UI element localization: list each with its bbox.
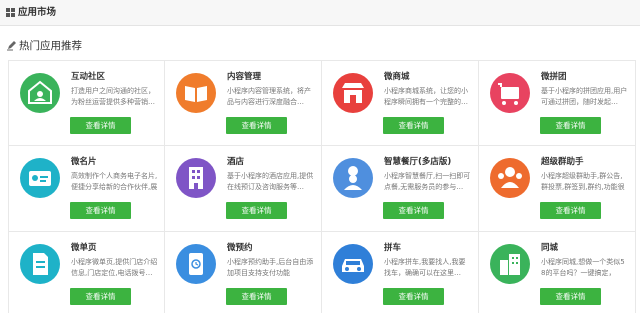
- community-icon: [20, 73, 60, 113]
- view-details-button[interactable]: 查看详情: [540, 202, 601, 219]
- chef-icon: [333, 158, 373, 198]
- view-details-button[interactable]: 查看详情: [70, 202, 131, 219]
- app-card: 拼车 小程序拼车,我要找人,我要找车，确确可以在这里… 查看详情: [322, 232, 479, 313]
- app-description: 小程序商城系统，让您的小程序瞬间拥有一个完整的…: [384, 87, 468, 106]
- app-name: 微单页: [71, 243, 97, 253]
- view-details-button[interactable]: 查看详情: [383, 117, 444, 134]
- app-name: 微商城: [384, 72, 410, 82]
- app-description: 基于小程序的拼团应用,用户可通过拼团，随时发起…: [541, 87, 628, 106]
- grid-icon: [6, 8, 15, 17]
- app-description: 小程序预约助手,后台自由添加项目支持支付功能: [227, 258, 314, 277]
- app-description: 小程序内容管理系统，将产品与内容进行深度融合…: [227, 87, 311, 106]
- app-description: 打造用户之间沟通的社区，为粉丝运营提供多种营销…: [71, 87, 155, 106]
- app-grid: 互动社区 打造用户之间沟通的社区，为粉丝运营提供多种营销… 查看详情 内容管理 …: [8, 60, 638, 313]
- app-name: 内容管理: [227, 72, 262, 82]
- car-icon: [333, 244, 373, 284]
- city-icon: [490, 244, 530, 284]
- app-name: 微预约: [227, 243, 253, 253]
- app-row: 微名片 高效制作个人商务电子名片,便捷分享给新的合作伙伴,展示更多… 查看详情 …: [8, 146, 638, 232]
- app-description: 小程序智慧餐厅,扫一扫即可点餐,无需服务员的参与…: [384, 172, 471, 191]
- app-card: 微名片 高效制作个人商务电子名片,便捷分享给新的合作伙伴,展示更多… 查看详情: [8, 146, 165, 232]
- page-title: 应用市场: [18, 7, 57, 18]
- app-card: 酒店 基于小程序的酒店应用,提供在线预订及咨询服务等… 查看详情: [165, 146, 322, 232]
- app-card: 互动社区 打造用户之间沟通的社区，为粉丝运营提供多种营销… 查看详情: [8, 60, 165, 146]
- app-description: 小程序超级群助手,群公告,群投票,群签到,群约,功能很多…: [541, 172, 625, 191]
- view-details-button[interactable]: 查看详情: [540, 288, 601, 305]
- page-icon: [20, 244, 60, 284]
- view-details-button[interactable]: 查看详情: [70, 117, 131, 134]
- app-name: 微名片: [71, 157, 97, 167]
- app-name: 同城: [541, 243, 559, 253]
- view-details-button[interactable]: 查看详情: [226, 117, 287, 134]
- app-name: 互动社区: [71, 72, 106, 82]
- card-icon: [20, 158, 60, 198]
- pen-icon: [7, 41, 16, 51]
- app-card: 内容管理 小程序内容管理系统，将产品与内容进行深度融合… 查看详情: [165, 60, 322, 146]
- app-market-header: 应用市场: [0, 0, 640, 26]
- view-details-button[interactable]: 查看详情: [226, 202, 287, 219]
- app-description: 高效制作个人商务电子名片,便捷分享给新的合作伙伴,展示更多…: [71, 172, 158, 191]
- app-card: 同城 小程序同城,想做一个类似58的平台吗？一键搞定，给… 查看详情: [479, 232, 636, 313]
- app-name: 拼车: [384, 243, 402, 253]
- book-icon: [176, 73, 216, 113]
- app-card: 微预约 小程序预约助手,后台自由添加项目支持支付功能 查看详情: [165, 232, 322, 313]
- view-details-button[interactable]: 查看详情: [383, 288, 444, 305]
- app-card: 微单页 小程序微单页,提供门店介绍信息,门店定位,电话拨号… 查看详情: [8, 232, 165, 313]
- store-icon: [333, 73, 373, 113]
- app-description: 小程序同城,想做一个类似58的平台吗？一键搞定，给…: [541, 258, 625, 277]
- view-details-button[interactable]: 查看详情: [540, 117, 601, 134]
- app-row: 微单页 小程序微单页,提供门店介绍信息,门店定位,电话拨号… 查看详情 微预约 …: [8, 232, 638, 313]
- hotel-icon: [176, 158, 216, 198]
- app-name: 智慧餐厅(多店版): [384, 157, 452, 167]
- appointment-icon: [176, 244, 216, 284]
- group-icon: [490, 158, 530, 198]
- app-name: 酒店: [227, 157, 245, 167]
- app-name: 微拼团: [541, 72, 567, 82]
- app-description: 小程序微单页,提供门店介绍信息,门店定位,电话拨号…: [71, 258, 158, 277]
- view-details-button[interactable]: 查看详情: [70, 288, 131, 305]
- app-card: 超级群助手 小程序超级群助手,群公告,群投票,群签到,群约,功能很多… 查看详情: [479, 146, 636, 232]
- app-card: 微拼团 基于小程序的拼团应用,用户可通过拼团，随时发起… 查看详情: [479, 60, 636, 146]
- app-row: 互动社区 打造用户之间沟通的社区，为粉丝运营提供多种营销… 查看详情 内容管理 …: [8, 60, 638, 146]
- app-card: 智慧餐厅(多店版) 小程序智慧餐厅,扫一扫即可点餐,无需服务员的参与… 查看详情: [322, 146, 479, 232]
- app-name: 超级群助手: [541, 157, 584, 167]
- cart-icon: [490, 73, 530, 113]
- section-title: 热门应用推荐: [19, 40, 82, 52]
- view-details-button[interactable]: 查看详情: [383, 202, 444, 219]
- app-description: 基于小程序的酒店应用,提供在线预订及咨询服务等…: [227, 172, 314, 191]
- app-description: 小程序拼车,我要找人,我要找车，确确可以在这里…: [384, 258, 466, 277]
- app-card: 微商城 小程序商城系统，让您的小程序瞬间拥有一个完整的… 查看详情: [322, 60, 479, 146]
- view-details-button[interactable]: 查看详情: [226, 288, 287, 305]
